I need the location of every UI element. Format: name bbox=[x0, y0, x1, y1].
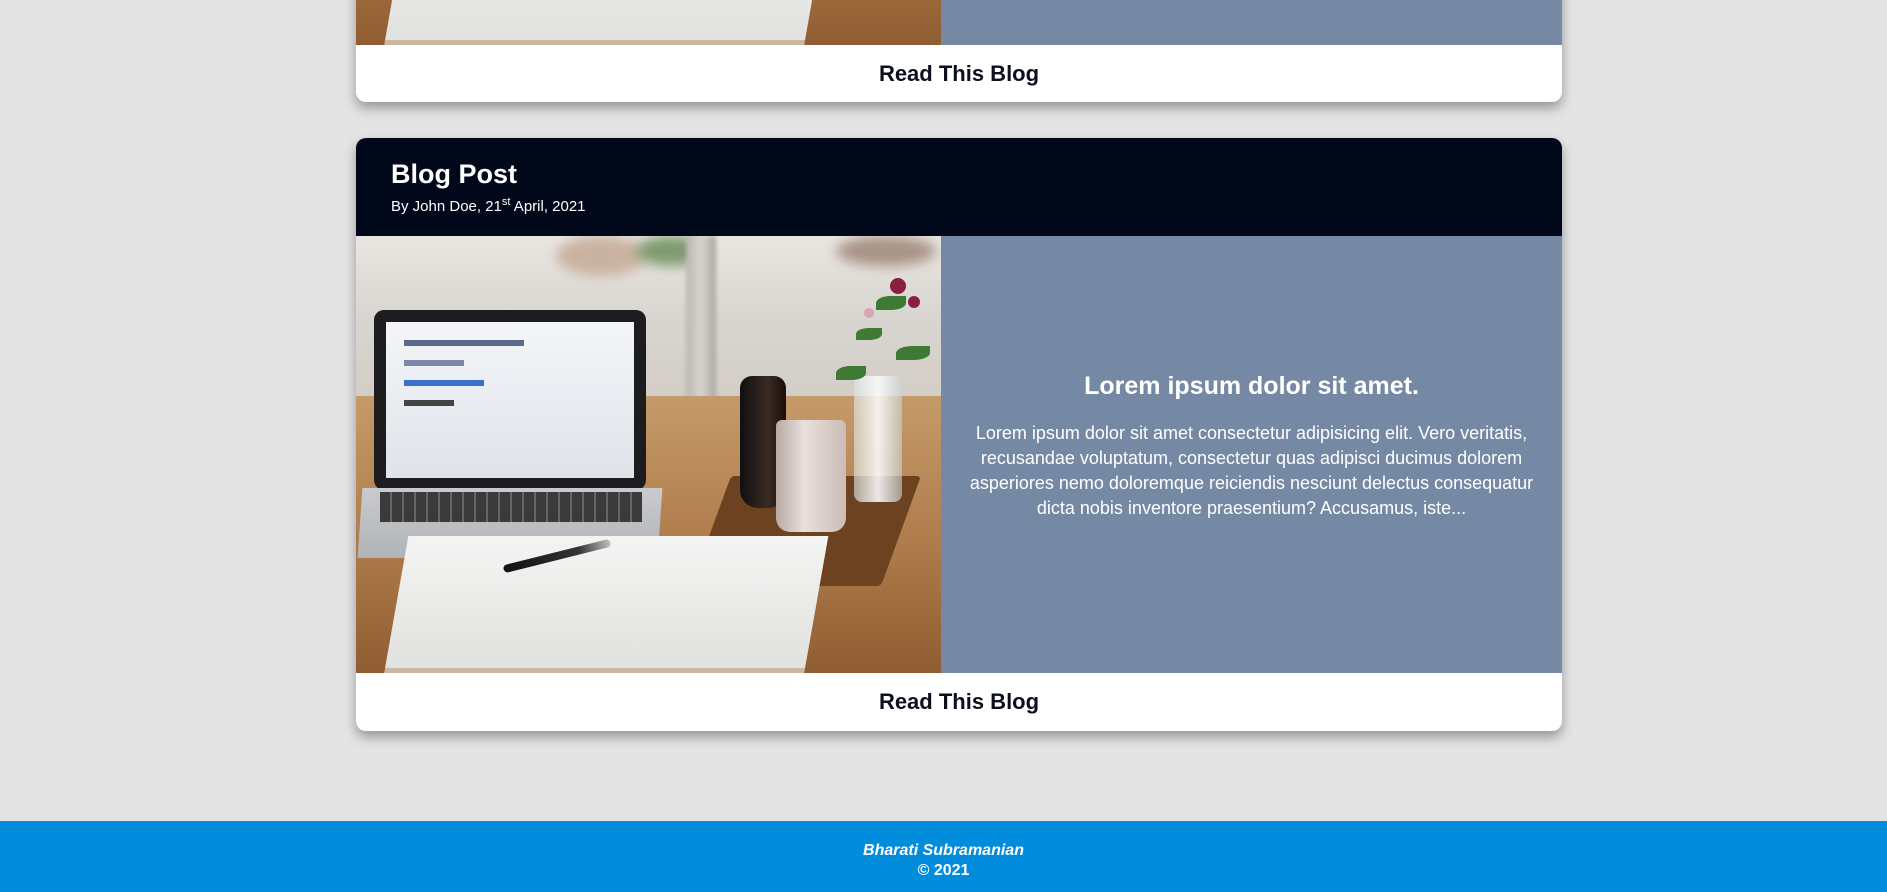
blog-post-byline: By John Doe, 21st April, 2021 bbox=[391, 197, 1562, 216]
byline-author-date: By John Doe, 21 bbox=[391, 198, 502, 215]
footer-copyright: © 2021 bbox=[917, 862, 970, 879]
blog-card-image bbox=[356, 0, 941, 45]
read-blog-link[interactable]: Read This Blog bbox=[356, 45, 1562, 102]
blog-card-header: Blog Post By John Doe, 21st April, 2021 bbox=[356, 138, 1562, 236]
blog-card-text-panel: Lorem ipsum dolor sit amet. Lorem ipsum … bbox=[941, 236, 1562, 673]
blog-excerpt: Lorem ipsum dolor sit amet consectetur a… bbox=[969, 423, 1534, 518]
laptop-desk-photo bbox=[356, 236, 941, 673]
blog-card-text-panel bbox=[941, 0, 1562, 45]
blog-card: Blog Post By John Doe, 21st April, 2021 bbox=[356, 138, 1562, 731]
blog-excerpt-heading: Lorem ipsum dolor sit amet. bbox=[1084, 372, 1419, 400]
read-blog-link[interactable]: Read This Blog bbox=[356, 673, 1562, 730]
blog-card-image bbox=[356, 236, 941, 673]
blog-card: Read This Blog bbox=[356, 0, 1562, 102]
blog-card-body: Lorem ipsum dolor sit amet. Lorem ipsum … bbox=[356, 236, 1562, 673]
blog-card-body bbox=[356, 0, 1562, 45]
page: Read This Blog Blog Post By John Doe, 21… bbox=[0, 0, 1887, 892]
footer-author: Bharati Subramanian bbox=[863, 842, 1024, 859]
site-footer: Bharati Subramanian © 2021 bbox=[0, 821, 1887, 892]
byline-month-year: April, 2021 bbox=[510, 198, 586, 215]
blog-post-title: Blog Post bbox=[391, 159, 517, 189]
